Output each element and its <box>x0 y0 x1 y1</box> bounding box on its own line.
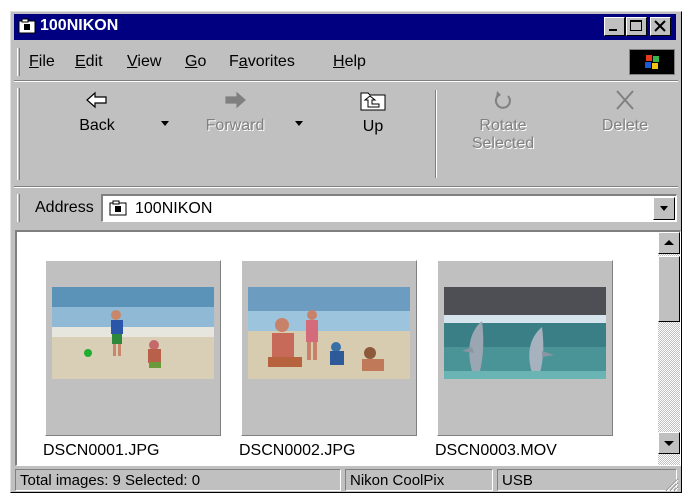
toolbar-separator-bottom <box>14 186 678 188</box>
maximize-button[interactable] <box>626 17 647 36</box>
rotate-label-line1: Rotate <box>479 117 527 134</box>
status-connection: USB <box>497 469 677 491</box>
thumbnail-image[interactable] <box>444 287 606 379</box>
forward-arrow-icon <box>225 91 246 109</box>
explorer-window: 100NIKON File Edit View Go Favorites Hel… <box>10 11 682 493</box>
title-bar[interactable]: 100NIKON <box>14 14 676 40</box>
back-arrow-icon <box>86 91 107 109</box>
file-item[interactable]: DSCN0002.JPG <box>239 260 417 465</box>
thumbnail-frame <box>241 260 417 436</box>
back-dropdown[interactable] <box>155 114 175 132</box>
back-button[interactable]: Back <box>57 84 137 135</box>
thumbnail-frame <box>437 260 613 436</box>
toolbar-separator <box>435 90 437 178</box>
delete-label: Delete <box>601 117 649 134</box>
menu-help[interactable]: Help <box>333 53 366 71</box>
windows-logo-icon <box>629 49 675 75</box>
file-item[interactable]: DSCN0001.JPG <box>43 260 221 465</box>
scroll-thumb[interactable] <box>658 256 680 322</box>
camera-folder-icon <box>109 200 127 221</box>
forward-dropdown[interactable] <box>289 114 309 132</box>
thumbnail-frame <box>45 260 221 436</box>
menu-view[interactable]: View <box>127 53 161 71</box>
forward-label: Forward <box>205 117 265 134</box>
minimize-button[interactable] <box>604 17 625 36</box>
menu-separator <box>14 80 678 82</box>
rotate-selected-button[interactable]: Rotate Selected <box>455 84 551 153</box>
file-name: DSCN0003.MOV <box>435 442 557 459</box>
back-label: Back <box>79 117 115 134</box>
address-value: 100NIKON <box>135 200 213 217</box>
up-folder-icon <box>360 92 386 111</box>
status-bar: Total images: 9 Selected: 0 Nikon CoolPi… <box>15 468 679 492</box>
rotate-label-line2: Selected <box>471 135 535 152</box>
toolbar: Back Forward Up Rotate Selected Delete <box>15 84 679 184</box>
menubar-grip[interactable] <box>17 48 20 76</box>
forward-button[interactable]: Forward <box>187 84 283 135</box>
maximize-icon <box>630 20 642 31</box>
status-camera: Nikon CoolPix <box>345 469 493 491</box>
rotate-icon <box>494 91 511 109</box>
menu-file[interactable]: File <box>29 53 55 71</box>
vertical-scrollbar[interactable] <box>658 232 680 465</box>
menu-favorites[interactable]: Favorites <box>229 53 295 71</box>
file-view: DSCN0001.JPG DSCN0002.JPG DSCN0003.MOV <box>15 230 681 466</box>
scroll-down-button[interactable] <box>658 432 680 454</box>
scroll-up-button[interactable] <box>658 232 680 254</box>
address-dropdown-button[interactable] <box>653 197 675 220</box>
resize-grip-icon[interactable] <box>663 476 679 492</box>
file-name: DSCN0002.JPG <box>239 442 356 459</box>
thumbnail-image[interactable] <box>248 287 410 379</box>
toolbar-grip[interactable] <box>17 88 20 180</box>
menu-bar: File Edit View Go Favorites Help <box>15 46 679 78</box>
chevron-up-icon <box>664 240 674 245</box>
file-item[interactable]: DSCN0003.MOV <box>435 260 613 465</box>
minimize-icon <box>609 29 617 31</box>
addressbar-grip[interactable] <box>17 194 20 222</box>
status-count: Total images: 9 Selected: 0 <box>15 469 341 491</box>
close-button[interactable] <box>650 17 671 36</box>
camera-folder-icon <box>18 18 36 34</box>
file-name: DSCN0001.JPG <box>43 442 160 459</box>
address-bar: Address 100NIKON <box>15 190 679 226</box>
up-button[interactable]: Up <box>341 84 405 136</box>
close-icon <box>654 20 666 32</box>
address-field[interactable]: 100NIKON <box>101 194 677 222</box>
menu-edit[interactable]: Edit <box>75 53 103 71</box>
address-label: Address <box>35 199 94 216</box>
chevron-down-icon <box>664 441 674 446</box>
delete-button[interactable]: Delete <box>577 84 673 135</box>
window-title: 100NIKON <box>40 17 119 34</box>
thumbnail-image[interactable] <box>52 287 214 379</box>
delete-x-icon <box>616 90 634 110</box>
up-label: Up <box>362 118 384 135</box>
dropdown-triangle-icon <box>161 121 169 126</box>
dropdown-triangle-icon <box>295 121 303 126</box>
menu-go[interactable]: Go <box>185 53 206 71</box>
chevron-down-icon <box>660 206 668 211</box>
